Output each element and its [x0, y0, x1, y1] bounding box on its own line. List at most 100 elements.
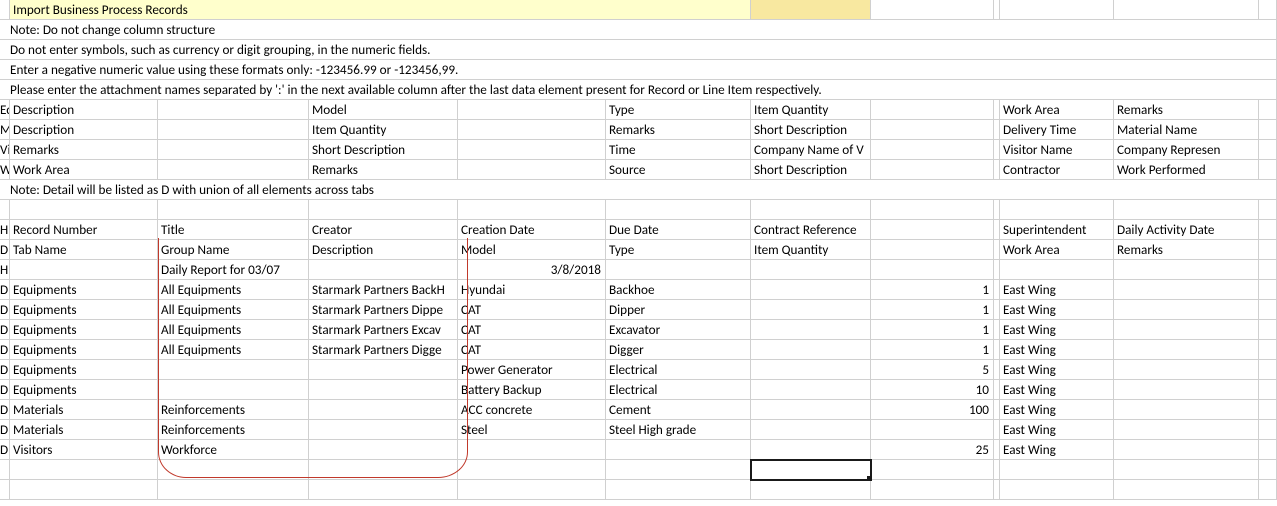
blank-cell[interactable] — [1000, 460, 1114, 480]
blank-cell[interactable] — [309, 200, 458, 220]
data-cell[interactable]: All Equipments — [158, 300, 309, 320]
blank-cell[interactable] — [1259, 420, 1277, 440]
blank-cell[interactable] — [10, 480, 158, 500]
data-cell[interactable] — [1114, 360, 1259, 380]
blank-cell[interactable] — [1259, 320, 1277, 340]
data-cell[interactable]: Equipments — [10, 360, 158, 380]
data-cell[interactable] — [871, 140, 994, 160]
title-cell[interactable]: Import Business Process Records — [10, 0, 751, 20]
data-cell[interactable]: Excavator — [606, 320, 751, 340]
data-cell[interactable] — [751, 380, 871, 400]
data-cell[interactable]: ACC concrete — [458, 400, 606, 420]
data-cell[interactable]: Work Area — [1000, 240, 1114, 260]
data-cell[interactable]: East Wing — [1000, 280, 1114, 300]
blank-cell[interactable] — [1259, 480, 1277, 500]
blank-cell[interactable] — [1259, 440, 1277, 460]
data-cell[interactable]: 5 — [871, 360, 994, 380]
data-cell[interactable] — [1114, 420, 1259, 440]
note-row[interactable]: Note: Do not change column structure — [0, 20, 1277, 40]
row-type-cell[interactable]: H — [0, 260, 10, 280]
data-cell[interactable] — [751, 360, 871, 380]
row-type-cell[interactable]: D — [0, 360, 10, 380]
data-cell[interactable]: Model — [309, 100, 458, 120]
blank-cell[interactable] — [1259, 300, 1277, 320]
blank-cell[interactable] — [1259, 380, 1277, 400]
blank-cell[interactable] — [606, 480, 751, 500]
blank-cell[interactable] — [1259, 240, 1277, 260]
data-cell[interactable]: Visitor Name — [1000, 140, 1114, 160]
blank-cell[interactable] — [0, 460, 10, 480]
data-cell[interactable]: Backhoe — [606, 280, 751, 300]
data-cell[interactable]: Description — [309, 240, 458, 260]
blank-cell[interactable] — [158, 460, 309, 480]
data-cell[interactable]: Company Name of V — [751, 140, 871, 160]
note-row[interactable]: Please enter the attachment names separa… — [0, 80, 1277, 100]
data-cell[interactable]: Reinforcements — [158, 420, 309, 440]
data-cell[interactable]: Remarks — [1114, 100, 1259, 120]
blank-cell[interactable] — [458, 480, 606, 500]
blank-cell[interactable] — [309, 480, 458, 500]
data-cell[interactable]: Equipments — [10, 280, 158, 300]
selected-cell[interactable] — [751, 460, 871, 480]
data-cell[interactable] — [751, 300, 871, 320]
data-cell[interactable]: East Wing — [1000, 400, 1114, 420]
blank-cell[interactable] — [1259, 400, 1277, 420]
data-cell[interactable]: Remarks — [10, 140, 158, 160]
data-cell[interactable]: Title — [158, 220, 309, 240]
data-cell[interactable]: East Wing — [1000, 380, 1114, 400]
data-cell[interactable] — [871, 120, 994, 140]
blank-cell[interactable] — [871, 0, 994, 20]
blank-cell[interactable] — [0, 480, 10, 500]
data-cell[interactable] — [1114, 320, 1259, 340]
data-cell[interactable]: Dipper — [606, 300, 751, 320]
data-cell[interactable]: Model — [458, 240, 606, 260]
data-cell[interactable] — [158, 380, 309, 400]
data-cell[interactable]: Short Description — [751, 120, 871, 140]
data-cell[interactable]: CAT — [458, 300, 606, 320]
data-cell[interactable] — [158, 120, 309, 140]
data-cell[interactable]: Equipments — [10, 300, 158, 320]
spreadsheet-grid[interactable]: Import Business Process Records Note: Do… — [0, 0, 1277, 500]
data-cell[interactable]: Due Date — [606, 220, 751, 240]
row-type-cell[interactable]: D — [0, 380, 10, 400]
row-type-cell[interactable]: Workforce — [0, 160, 10, 180]
data-cell[interactable]: Delivery Time — [1000, 120, 1114, 140]
data-cell[interactable]: Daily Report for 03/07 — [158, 260, 309, 280]
data-cell[interactable]: Battery Backup — [458, 380, 606, 400]
data-cell[interactable]: Short Description — [309, 140, 458, 160]
blank-cell[interactable] — [1259, 360, 1277, 380]
note-detail-row[interactable]: Note: Detail will be listed as D with un… — [0, 180, 1277, 200]
data-cell[interactable]: Reinforcements — [158, 400, 309, 420]
blank-cell[interactable] — [1259, 100, 1277, 120]
data-cell[interactable]: Type — [606, 240, 751, 260]
data-cell[interactable]: Source — [606, 160, 751, 180]
data-cell[interactable] — [1114, 280, 1259, 300]
blank-cell[interactable] — [1259, 200, 1277, 220]
data-cell[interactable] — [871, 420, 994, 440]
data-cell[interactable]: CAT — [458, 340, 606, 360]
row-type-cell[interactable]: D — [0, 420, 10, 440]
data-cell[interactable] — [458, 120, 606, 140]
data-cell[interactable] — [871, 220, 994, 240]
row-type-cell[interactable]: H — [0, 220, 10, 240]
blank-cell[interactable] — [871, 480, 994, 500]
data-cell[interactable] — [751, 420, 871, 440]
data-cell[interactable]: 3/8/2018 — [458, 260, 606, 280]
data-cell[interactable]: 1 — [871, 280, 994, 300]
data-cell[interactable] — [1114, 440, 1259, 460]
data-cell[interactable]: Superintendent — [1000, 220, 1114, 240]
data-cell[interactable] — [1114, 380, 1259, 400]
blank-cell[interactable] — [1259, 140, 1277, 160]
data-cell[interactable]: All Equipments — [158, 320, 309, 340]
blank-cell[interactable] — [1259, 280, 1277, 300]
row-type-cell[interactable]: Materials — [0, 120, 10, 140]
data-cell[interactable]: Remarks — [1114, 240, 1259, 260]
blank-cell[interactable] — [1259, 340, 1277, 360]
data-cell[interactable] — [458, 140, 606, 160]
blank-cell[interactable] — [606, 200, 751, 220]
data-cell[interactable] — [158, 360, 309, 380]
data-cell[interactable] — [871, 100, 994, 120]
blank-cell[interactable] — [1259, 160, 1277, 180]
data-cell[interactable] — [458, 160, 606, 180]
data-cell[interactable]: Contract Reference — [751, 220, 871, 240]
